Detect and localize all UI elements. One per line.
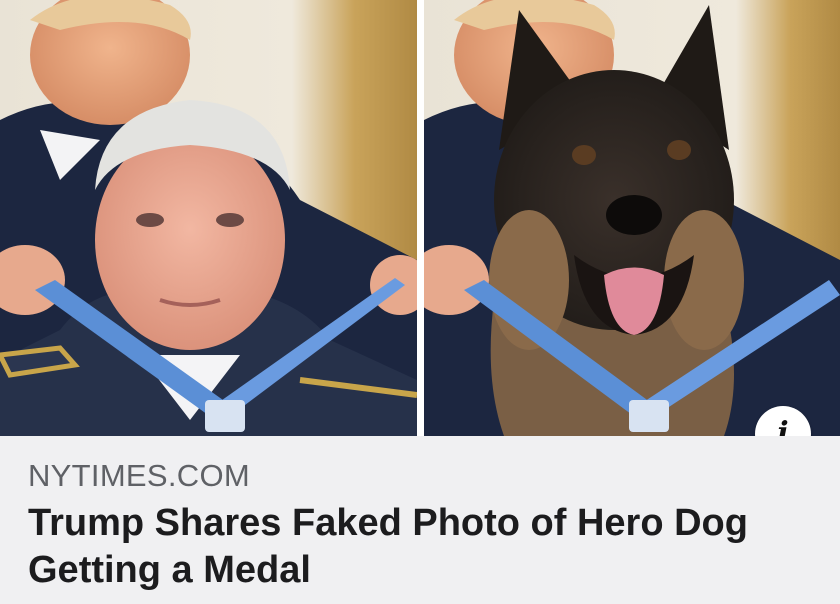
left-photo	[0, 0, 417, 436]
preview-image[interactable]: i	[0, 0, 840, 462]
source-domain: NYTIMES.COM	[28, 458, 251, 493]
headline[interactable]: Trump Shares Faked Photo of Hero Dog Get…	[28, 500, 818, 594]
left-photo-art	[0, 0, 417, 436]
right-photo-art	[424, 0, 840, 436]
preview-text[interactable]: NYTIMES.COM Trump Shares Faked Photo of …	[0, 436, 840, 604]
link-preview-card[interactable]: i NYTIMES.COM Trump Shares Faked Photo o…	[0, 0, 840, 604]
right-photo	[424, 0, 840, 436]
